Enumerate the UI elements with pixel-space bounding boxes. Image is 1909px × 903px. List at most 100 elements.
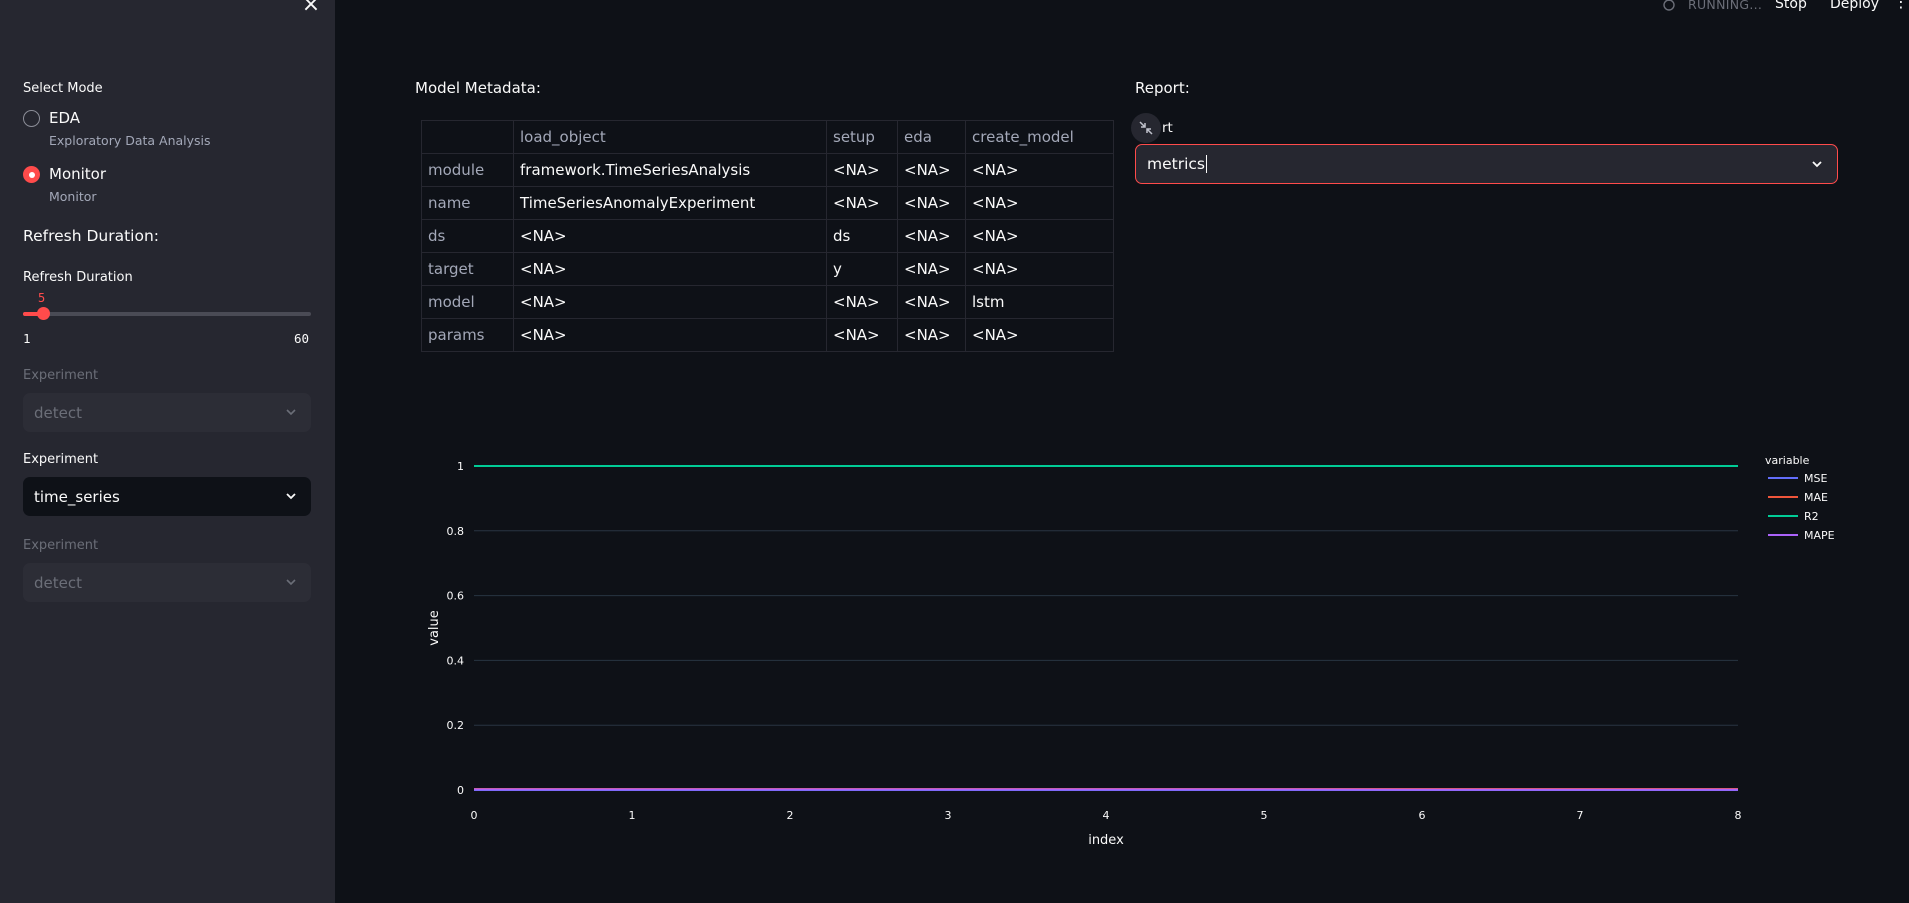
table-cell: ds: [826, 219, 898, 253]
report-select-label: rt: [1162, 120, 1173, 136]
running-status: RUNNING...: [1688, 0, 1763, 12]
table-cell: <NA>: [513, 219, 827, 253]
table-cell: <NA>: [826, 186, 898, 220]
y-axis-ticks: 0 0.2 0.4 0.6 0.8 1: [447, 460, 465, 797]
table-cell: framework.TimeSeriesAnalysis: [513, 153, 827, 187]
table-cell: <NA>: [965, 153, 1114, 187]
radio-circle-checked[interactable]: [23, 166, 40, 183]
table-cell: lstm: [965, 285, 1114, 319]
refresh-slider[interactable]: [23, 307, 311, 320]
fullscreen-exit-icon: [1139, 121, 1153, 135]
table-row-header: target: [421, 252, 514, 286]
legend-title: variable: [1765, 454, 1810, 467]
chevron-down-icon[interactable]: [285, 490, 297, 502]
legend-item[interactable]: MSE: [1804, 472, 1827, 485]
table-header-cell: eda: [897, 120, 966, 154]
table-cell: <NA>: [513, 318, 827, 352]
x-axis-ticks: 0 1 2 3 4 5 6 7 8: [471, 809, 1742, 822]
y-tick-label: 0.2: [447, 719, 465, 732]
table-header-cell: [421, 120, 514, 154]
y-tick-label: 1: [457, 460, 464, 473]
experiment-label-2: Experiment: [23, 452, 99, 467]
running-icon: [1663, 0, 1675, 11]
select-value: detect: [34, 403, 82, 422]
table-cell: <NA>: [826, 285, 898, 319]
radio-label: EDA: [49, 109, 81, 127]
radio-label: Monitor: [49, 165, 107, 183]
refresh-heading: Refresh Duration:: [23, 227, 160, 245]
table-row-header: ds: [421, 219, 514, 253]
table-row-header: name: [421, 186, 514, 220]
slider-min: 1: [23, 331, 31, 346]
radio-circle[interactable]: [23, 110, 40, 127]
report-title: Report:: [1135, 79, 1190, 97]
table-cell: y: [826, 252, 898, 286]
stop-button[interactable]: Stop: [1775, 0, 1807, 12]
sidebar: × Select Mode EDA Exploratory Data Analy…: [0, 0, 335, 903]
y-tick-label: 0.8: [447, 525, 465, 538]
table-cell: <NA>: [513, 252, 827, 286]
x-tick-label: 1: [629, 809, 636, 822]
metrics-line-chart: 0 0.2 0.4 0.6 0.8 1 0 1 2 3 4 5 6 7 8 index value var…: [427, 454, 1835, 848]
table-row: params <NA> <NA> <NA> <NA>: [421, 318, 1114, 352]
table-cell: <NA>: [965, 186, 1114, 220]
slider-label: Refresh Duration: [23, 270, 133, 285]
table-cell: <NA>: [897, 318, 966, 352]
y-tick-label: 0.4: [447, 654, 465, 667]
y-tick-label: 0: [457, 784, 464, 797]
table-cell: <NA>: [965, 219, 1114, 253]
experiment-select-2[interactable]: time_series: [23, 477, 311, 516]
chevron-down-icon[interactable]: [1811, 158, 1823, 170]
x-tick-label: 5: [1261, 809, 1268, 822]
x-tick-label: 3: [945, 809, 952, 822]
report-select-value: metrics: [1147, 155, 1205, 173]
radio-monitor[interactable]: Monitor Monitor: [23, 164, 106, 204]
slider-thumb[interactable]: [36, 307, 50, 320]
experiment-label-3: Experiment: [23, 538, 99, 553]
table-row: model <NA> <NA> <NA> lstm: [421, 285, 1114, 319]
experiment-select-1: detect: [23, 393, 311, 432]
legend-item[interactable]: MAE: [1804, 491, 1828, 504]
x-tick-label: 2: [787, 809, 794, 822]
experiment-select-3: detect: [23, 563, 311, 602]
main-menu-icon[interactable]: ⋮: [1893, 0, 1909, 11]
table-cell: <NA>: [897, 153, 966, 187]
y-axis-label: value: [427, 610, 442, 646]
table-cell: <NA>: [965, 252, 1114, 286]
report-select[interactable]: metrics: [1135, 144, 1838, 184]
chart-legend[interactable]: variable MSE MAE R2 MAPE: [1765, 454, 1835, 542]
table-cell: <NA>: [897, 186, 966, 220]
y-tick-label: 0.6: [447, 590, 465, 603]
chart-gridlines: [474, 465, 1738, 791]
table-cell: <NA>: [965, 318, 1114, 352]
deploy-button[interactable]: Deploy: [1830, 0, 1879, 12]
chevron-down-icon: [286, 409, 296, 416]
table-row-header: module: [421, 153, 514, 187]
experiment-label-1: Experiment: [23, 368, 99, 383]
table-cell: <NA>: [897, 285, 966, 319]
table-header-row: load_object setup eda create_model: [421, 120, 1114, 154]
table-row-header: params: [421, 318, 514, 352]
select-value: detect: [34, 573, 82, 592]
metadata-title: Model Metadata:: [415, 79, 541, 97]
table-cell: <NA>: [897, 252, 966, 286]
table-row: target <NA> y <NA> <NA>: [421, 252, 1114, 286]
legend-item[interactable]: R2: [1804, 510, 1819, 523]
fullscreen-button[interactable]: [1131, 113, 1161, 143]
x-tick-label: 8: [1735, 809, 1742, 822]
radio-eda[interactable]: EDA Exploratory Data Analysis: [23, 108, 211, 148]
legend-item[interactable]: MAPE: [1804, 529, 1835, 542]
table-row: ds <NA> ds <NA> <NA>: [421, 219, 1114, 253]
table-cell: TimeSeriesAnomalyExperiment: [513, 186, 827, 220]
table-header-cell: setup: [826, 120, 898, 154]
radio-caption: Exploratory Data Analysis: [49, 133, 211, 148]
select-mode-label: Select Mode: [23, 81, 103, 96]
table-row: name TimeSeriesAnomalyExperiment <NA> <NA> <…: [421, 186, 1114, 220]
table-cell: <NA>: [513, 285, 827, 319]
x-axis-label: index: [1088, 833, 1124, 848]
slider-max: 60: [294, 331, 310, 346]
text-caret: [1206, 155, 1207, 173]
close-icon[interactable]: ×: [300, 0, 322, 18]
table-row-header: model: [421, 285, 514, 319]
x-tick-label: 4: [1103, 809, 1110, 822]
